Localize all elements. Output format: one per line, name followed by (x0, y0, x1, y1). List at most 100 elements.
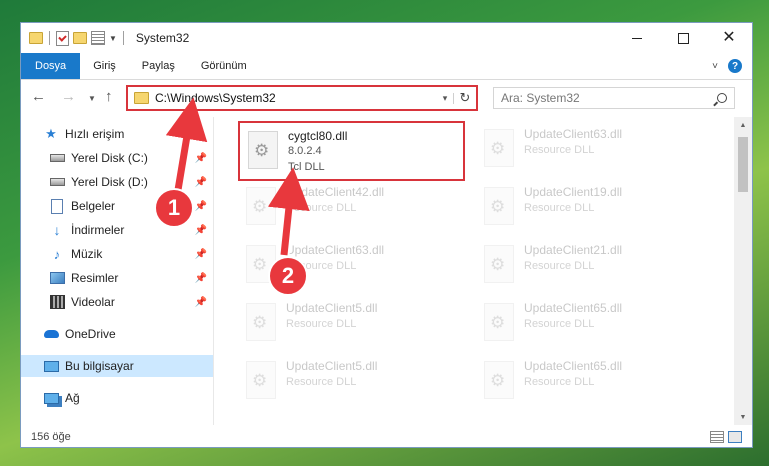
sidebar-item-quick-access[interactable]: ★ Hızlı erişim (21, 123, 213, 145)
sidebar-item-videos[interactable]: Videolar 📌 (21, 291, 213, 313)
new-folder-icon[interactable] (73, 32, 87, 44)
address-bar[interactable]: C:\Windows\System32 ▾ ↻ (126, 85, 478, 111)
close-button[interactable]: ✕ (706, 23, 752, 53)
maximize-button[interactable] (660, 23, 706, 53)
file-name: UpdateClient65.dll (524, 301, 623, 315)
dll-file-icon (484, 187, 514, 225)
sidebar-item-label: Hızlı erişim (65, 127, 125, 141)
file-item[interactable]: UpdateClient5.dll Resource DLL (238, 295, 462, 353)
step-badge-1: 1 (154, 188, 194, 228)
pin-icon[interactable]: 📌 (195, 273, 207, 284)
file-name: UpdateClient5.dll (286, 359, 378, 373)
dll-file-icon (484, 245, 514, 283)
search-input[interactable]: Ara: System32 (493, 87, 735, 109)
pin-icon[interactable]: 📌 (195, 201, 207, 212)
chevron-down-icon[interactable]: ▼ (109, 34, 117, 43)
dll-file-icon (484, 129, 514, 167)
folder-icon (134, 92, 149, 104)
scroll-down-arrow-icon[interactable]: ▼ (734, 409, 752, 425)
file-name: UpdateClient5.dll (286, 301, 378, 315)
pin-icon[interactable]: 📌 (195, 297, 207, 308)
sidebar-item-label: Müzik (71, 247, 103, 261)
sidebar-item-music[interactable]: ♪ Müzik 📌 (21, 243, 213, 265)
file-name: UpdateClient63.dll (524, 127, 623, 141)
onedrive-icon (43, 326, 59, 342)
sidebar-item-label: Belgeler (71, 199, 116, 213)
dll-file-icon (246, 361, 276, 399)
address-dropdown-chevron-icon[interactable]: ▾ (437, 92, 454, 104)
pin-icon[interactable]: 📌 (195, 225, 207, 236)
tab-view[interactable]: Görünüm (188, 53, 260, 79)
item-count: 156 öğe (31, 431, 71, 443)
sidebar-item-label: OneDrive (65, 327, 116, 341)
file-name: UpdateClient63.dll (286, 243, 385, 257)
tab-home[interactable]: Giriş (80, 53, 129, 79)
close-icon: ✕ (722, 29, 736, 46)
sidebar-item-local-disk-d[interactable]: Yerel Disk (D:) 📌 (21, 171, 213, 193)
large-icons-view-icon[interactable] (728, 431, 742, 443)
explorer-window: ▼ System32 ✕ Dosya Giriş Paylaş Görünüm … (20, 22, 753, 448)
file-name: UpdateClient21.dll (524, 243, 623, 257)
search-icon[interactable] (717, 93, 727, 103)
ribbon-tabs: Dosya Giriş Paylaş Görünüm ˅ ? (21, 53, 752, 80)
back-arrow-icon[interactable]: ← (31, 88, 46, 105)
file-item[interactable]: UpdateClient65.dll Resource DLL (476, 353, 700, 411)
details-view-icon[interactable] (710, 431, 724, 443)
quick-access-toolbar: ▼ (21, 30, 126, 46)
pin-icon[interactable]: 📌 (195, 153, 207, 164)
window-controls: ✕ (614, 23, 752, 53)
file-item[interactable]: UpdateClient5.dll Resource DLL (238, 353, 462, 411)
file-type: Resource DLL (286, 376, 357, 388)
file-type: Resource DLL (286, 318, 357, 330)
star-icon: ★ (45, 126, 57, 141)
sidebar-item-network[interactable]: Ağ (21, 387, 213, 409)
file-name: UpdateClient19.dll (524, 185, 623, 199)
file-name: UpdateClient42.dll (286, 185, 385, 199)
help-icon[interactable]: ? (728, 59, 742, 73)
vertical-scrollbar[interactable]: ▲ ▼ (734, 117, 752, 425)
dll-file-icon (246, 187, 276, 225)
pin-icon[interactable]: 📌 (195, 249, 207, 260)
file-item[interactable]: UpdateClient21.dll Resource DLL (476, 237, 700, 295)
sidebar-item-label: Ağ (65, 391, 80, 405)
file-item[interactable]: UpdateClient63.dll Resource DLL (476, 121, 700, 179)
scroll-thumb[interactable] (738, 137, 748, 192)
dll-file-icon (484, 361, 514, 399)
forward-arrow-icon[interactable]: → (61, 88, 76, 105)
sidebar-item-onedrive[interactable]: OneDrive (21, 323, 213, 345)
pin-icon[interactable]: 📌 (195, 177, 207, 188)
sidebar-item-local-disk-c[interactable]: Yerel Disk (C:) 📌 (21, 147, 213, 169)
sidebar-item-label: Yerel Disk (C:) (71, 151, 148, 165)
documents-icon (49, 198, 65, 214)
file-type: Resource DLL (524, 202, 595, 214)
file-item[interactable]: UpdateClient42.dll Resource DLL (238, 179, 462, 237)
dll-file-icon (484, 303, 514, 341)
dll-file-icon (248, 131, 278, 169)
refresh-icon[interactable]: ↻ (454, 90, 476, 106)
recent-locations-chevron-icon[interactable]: ▼ (88, 94, 96, 103)
up-arrow-icon[interactable]: ↑ (105, 88, 113, 105)
address-path[interactable]: C:\Windows\System32 (155, 91, 437, 105)
minimize-button[interactable] (614, 23, 660, 53)
navigation-pane: ★ Hızlı erişim Yerel Disk (C:) 📌 Yerel D… (21, 117, 214, 425)
file-item-highlighted[interactable]: cygtcl80.dll 8.0.2.4 Tcl DLL (238, 121, 465, 181)
file-item[interactable]: UpdateClient65.dll Resource DLL (476, 295, 700, 353)
sidebar-item-this-pc[interactable]: Bu bilgisayar (21, 355, 213, 377)
dll-file-icon (246, 303, 276, 341)
tab-file[interactable]: Dosya (21, 53, 81, 79)
tab-share[interactable]: Paylaş (129, 53, 188, 79)
address-row: ← → ▼ ↑ C:\Windows\System32 ▾ ↻ Ara: Sys… (21, 79, 752, 117)
sidebar-item-pictures[interactable]: Resimler 📌 (21, 267, 213, 289)
file-type: Resource DLL (286, 202, 357, 214)
properties-check-icon[interactable] (56, 30, 69, 46)
file-item[interactable]: UpdateClient19.dll Resource DLL (476, 179, 700, 237)
drive-icon (49, 150, 65, 166)
file-version: 8.0.2.4 (288, 145, 322, 157)
scroll-up-arrow-icon[interactable]: ▲ (734, 117, 752, 133)
drive-icon (49, 174, 65, 190)
sidebar-item-label: İndirmeler (71, 223, 125, 237)
expand-ribbon-chevron-icon[interactable]: ˅ (712, 61, 718, 72)
network-icon (43, 390, 59, 406)
maximize-icon (677, 32, 689, 44)
customize-icon[interactable] (91, 31, 105, 45)
